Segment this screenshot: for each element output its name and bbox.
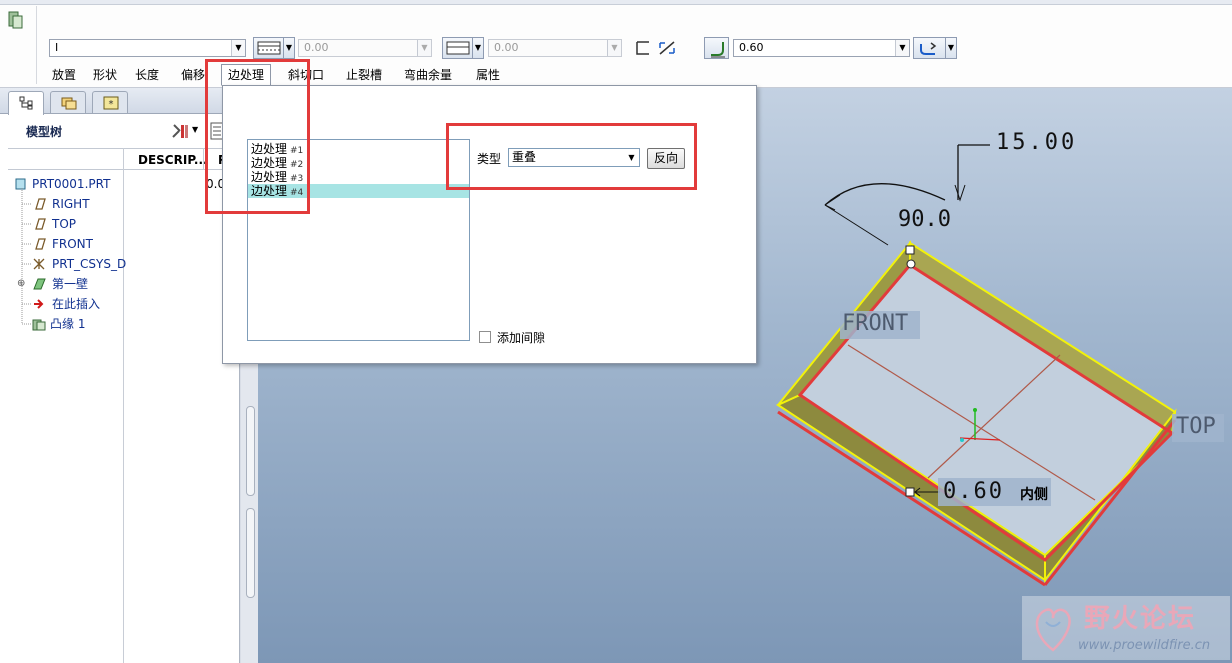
radius-dimension[interactable]: 0.60 (943, 479, 1004, 504)
forum-logo-icon (1035, 608, 1071, 652)
add-gap-checkbox[interactable] (479, 331, 491, 343)
dimension-arrow (954, 184, 966, 202)
drag-handle[interactable] (906, 259, 916, 269)
drag-handle[interactable] (905, 245, 915, 255)
angle-dimension[interactable]: 90.0 (898, 207, 951, 232)
annotation-highlight-box (205, 59, 310, 214)
length-dimension[interactable]: 15.00 (996, 130, 1077, 155)
watermark-url: www.proewildfire.cn (1078, 638, 1211, 653)
datum-label-front[interactable]: FRONT (842, 311, 908, 336)
csys-point (973, 408, 977, 412)
radius-side-label: 内侧 (1020, 487, 1048, 503)
dimension-leader (824, 204, 889, 246)
add-gap-label: 添加间隙 (497, 331, 546, 345)
csys-point (960, 438, 964, 442)
drag-handle[interactable] (905, 487, 915, 497)
datum-label-top[interactable]: TOP (1176, 414, 1216, 439)
angle-dimension-arc (824, 183, 946, 206)
watermark-text: 野火论坛 (1084, 604, 1197, 634)
annotation-highlight-box (446, 123, 697, 190)
forum-watermark: 野火论坛 www.proewildfire.cn (1022, 596, 1230, 660)
